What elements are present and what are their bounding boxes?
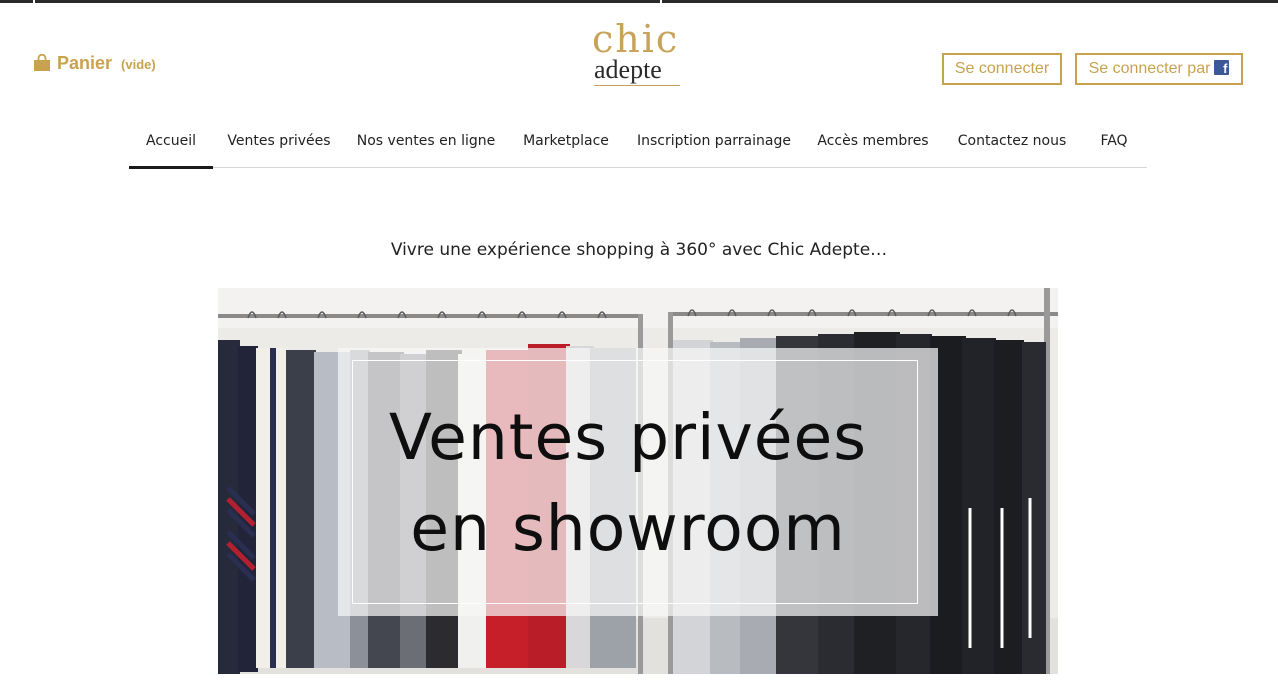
- nav-item-contact[interactable]: Contactez nous: [943, 122, 1081, 168]
- nav-item-parrainage[interactable]: Inscription parrainage: [625, 122, 803, 168]
- hero-headline-line1: Ventes privées: [388, 401, 868, 474]
- nav-item-accueil[interactable]: Accueil: [129, 122, 213, 169]
- login-button[interactable]: Se connecter: [942, 53, 1062, 85]
- nav-item-label: Accès membres: [817, 132, 929, 149]
- logo-text-top: chic: [592, 17, 680, 61]
- facebook-login-label: Se connecter par: [1088, 60, 1211, 77]
- nav-item-ventes-en-ligne[interactable]: Nos ventes en ligne: [345, 122, 507, 168]
- cart-link[interactable]: Panier (vide): [33, 52, 156, 74]
- nav-item-ventes-privees[interactable]: Ventes privées: [213, 122, 345, 168]
- site-logo[interactable]: chic adepte: [588, 20, 688, 90]
- nav-item-label: FAQ: [1100, 132, 1128, 149]
- login-button-label: Se connecter: [954, 60, 1050, 77]
- logo-text-bottom: adepte: [594, 55, 662, 84]
- shopping-bag-icon: [33, 53, 51, 71]
- facebook-icon: f: [1214, 60, 1230, 75]
- cart-status: (vide): [121, 57, 156, 72]
- nav-item-label: Accueil: [146, 132, 196, 149]
- hero-headline-line2: en showroom: [410, 492, 846, 565]
- hero-headline: Ventes privées en showroom: [338, 392, 918, 574]
- nav-item-label: Marketplace: [523, 132, 609, 149]
- nav-item-acces-membres[interactable]: Accès membres: [803, 122, 943, 168]
- main-nav: Accueil Ventes privées Nos ventes en lig…: [129, 122, 1147, 169]
- nav-item-label: Ventes privées: [227, 132, 331, 149]
- nav-item-faq[interactable]: FAQ: [1081, 122, 1147, 168]
- nav-item-label: Inscription parrainage: [637, 132, 791, 149]
- logo-underline: [594, 85, 680, 86]
- nav-item-label: Nos ventes en ligne: [356, 132, 496, 149]
- cart-label: Panier: [57, 53, 113, 73]
- top-bar-divider: [33, 0, 35, 3]
- nav-item-marketplace[interactable]: Marketplace: [507, 122, 625, 168]
- tagline: Vivre une expérience shopping à 360° ave…: [390, 240, 888, 260]
- nav-item-label: Contactez nous: [957, 132, 1067, 149]
- top-bar-divider: [660, 0, 662, 3]
- top-bar: [0, 0, 1278, 3]
- hero-banner[interactable]: Ventes privées en showroom: [218, 288, 1058, 674]
- facebook-login-button[interactable]: Se connecter par f: [1075, 53, 1243, 85]
